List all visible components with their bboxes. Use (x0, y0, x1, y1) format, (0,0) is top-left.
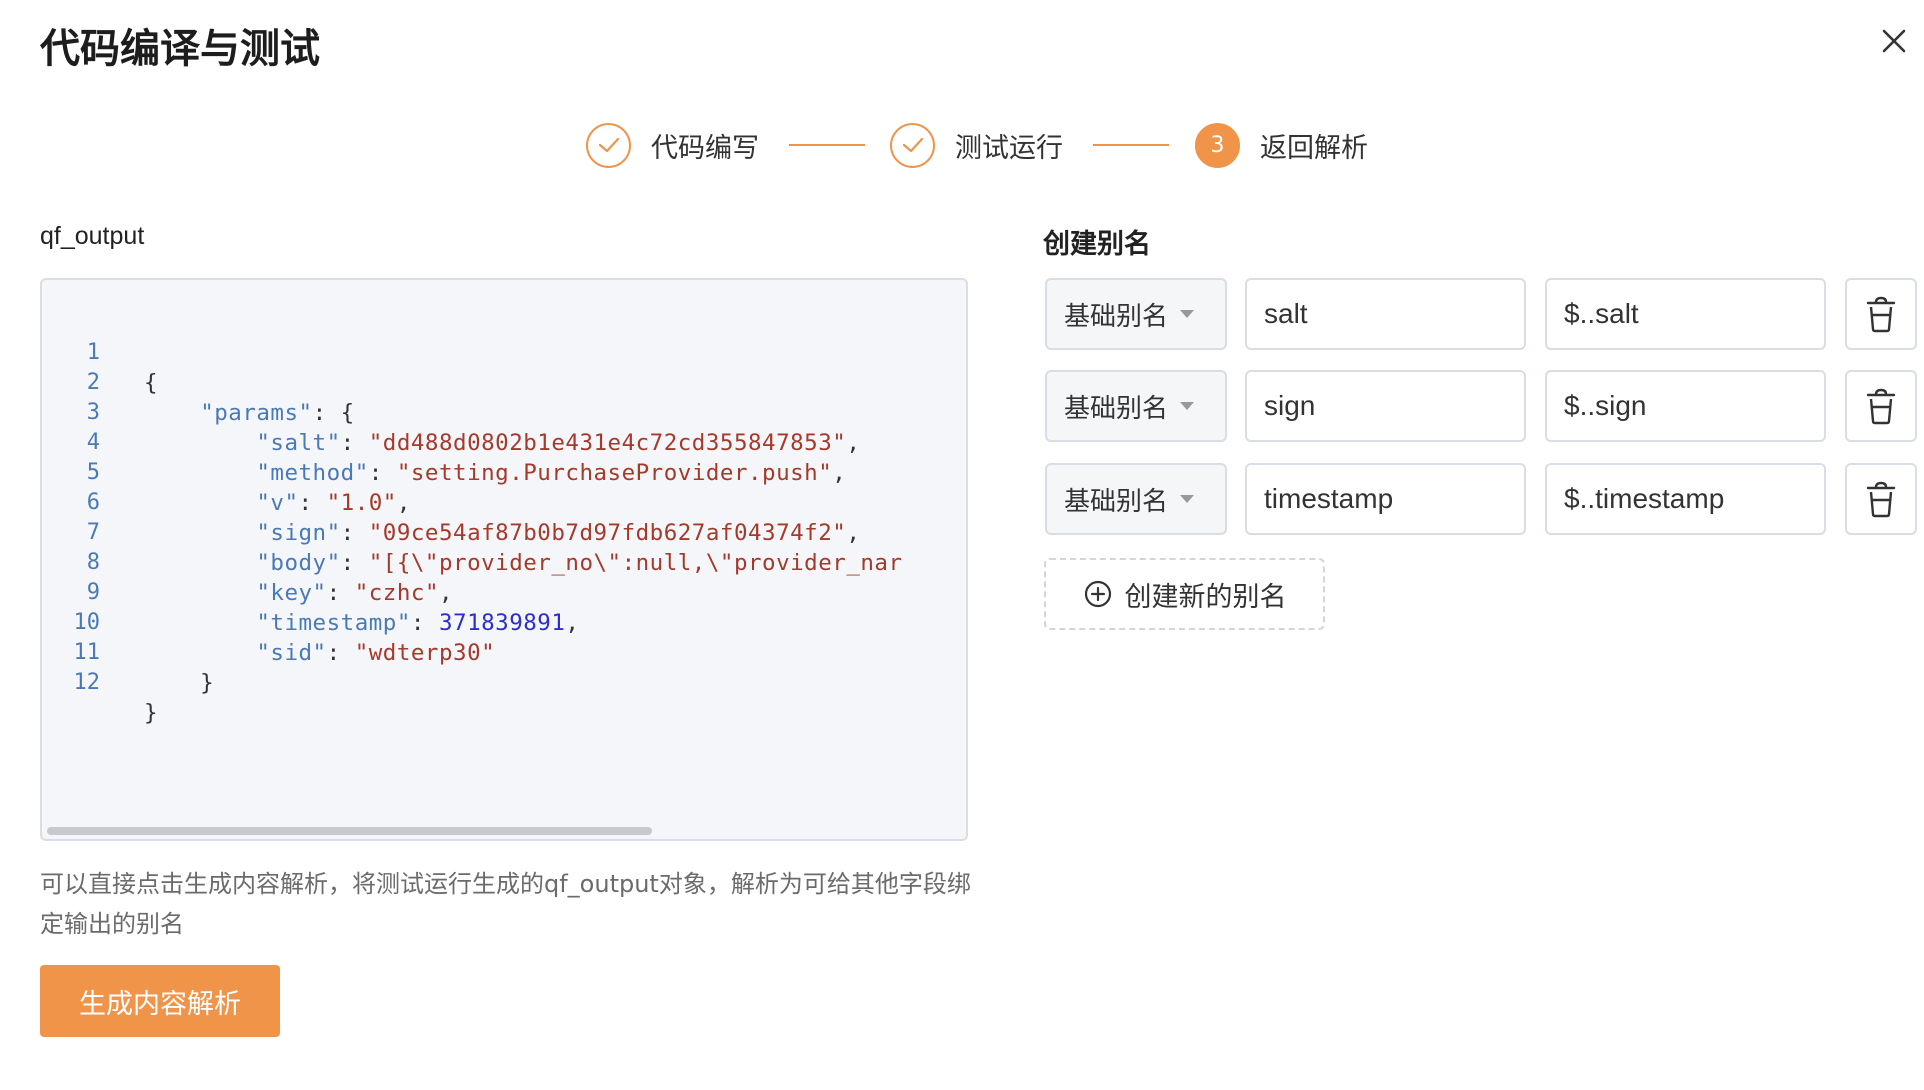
add-alias-label: 创建新的别名 (1124, 581, 1287, 613)
code-line: 9 "timestamp": 371839891, (42, 548, 966, 636)
alias-type-value: 基础别名 (1064, 393, 1169, 424)
alias-type-value: 基础别名 (1064, 486, 1169, 517)
alias-row: 基础别名 (0, 278, 1924, 350)
code-editor[interactable]: 1 { 2 "params": { 3 "salt": "dd488d0802b… (40, 278, 968, 841)
code-line: 12 } (42, 638, 966, 726)
step-connector (789, 144, 865, 146)
dialog-title: 代码编译与测试 (40, 26, 320, 72)
hint-text: 可以直接点击生成内容解析，将测试运行生成的qf_output对象，解析为可给其他… (40, 870, 971, 938)
step-number-badge: 3 (1195, 122, 1240, 168)
alias-path-input[interactable] (1545, 370, 1826, 442)
alias-name-input[interactable] (1245, 370, 1526, 442)
caret-down-icon (1180, 310, 1195, 318)
line-number: 12 (73, 670, 101, 695)
step-label: 代码编写 (651, 132, 759, 164)
step-label: 测试运行 (955, 132, 1063, 164)
delete-alias-button[interactable] (1845, 463, 1917, 535)
step-test-run: 测试运行 (890, 118, 1063, 172)
step-return-parse: 3 返回解析 (1195, 118, 1368, 172)
add-alias-button[interactable]: 创建新的别名 (1044, 558, 1325, 630)
close-icon[interactable] (1875, 22, 1913, 60)
plus-circle-icon (1084, 580, 1111, 608)
caret-down-icon (1180, 402, 1195, 410)
step-connector (1093, 144, 1169, 146)
check-icon (890, 122, 935, 168)
step-label: 返回解析 (1260, 132, 1368, 164)
alias-name-input[interactable] (1245, 278, 1526, 350)
code-line: 10 "sid": "wdterp30" (42, 578, 966, 666)
generate-parse-button[interactable]: 生成内容解析 (40, 965, 280, 1037)
trash-icon (1866, 296, 1896, 333)
delete-alias-button[interactable] (1845, 278, 1917, 350)
alias-type-value: 基础别名 (1064, 301, 1169, 332)
alias-path-input[interactable] (1545, 463, 1826, 535)
alias-type-select[interactable]: 基础别名 (1045, 463, 1227, 535)
trash-icon (1866, 388, 1896, 425)
horizontal-scrollbar[interactable] (47, 827, 652, 835)
code-line: 11 } (42, 608, 966, 696)
step-code-writing: 代码编写 (586, 118, 759, 172)
alias-type-select[interactable]: 基础别名 (1045, 370, 1227, 442)
output-label: qf_output (40, 222, 145, 250)
caret-down-icon (1180, 495, 1195, 503)
alias-name-input[interactable] (1245, 463, 1526, 535)
steps-bar: 代码编写 测试运行 3 返回解析 (0, 118, 1924, 172)
alias-section-title: 创建别名 (1043, 229, 1151, 260)
alias-type-select[interactable]: 基础别名 (1045, 278, 1227, 350)
check-icon (586, 122, 631, 168)
trash-icon (1866, 481, 1896, 518)
alias-path-input[interactable] (1545, 278, 1826, 350)
alias-row: 基础别名 (0, 463, 1924, 535)
alias-row: 基础别名 (0, 370, 1924, 442)
delete-alias-button[interactable] (1845, 370, 1917, 442)
